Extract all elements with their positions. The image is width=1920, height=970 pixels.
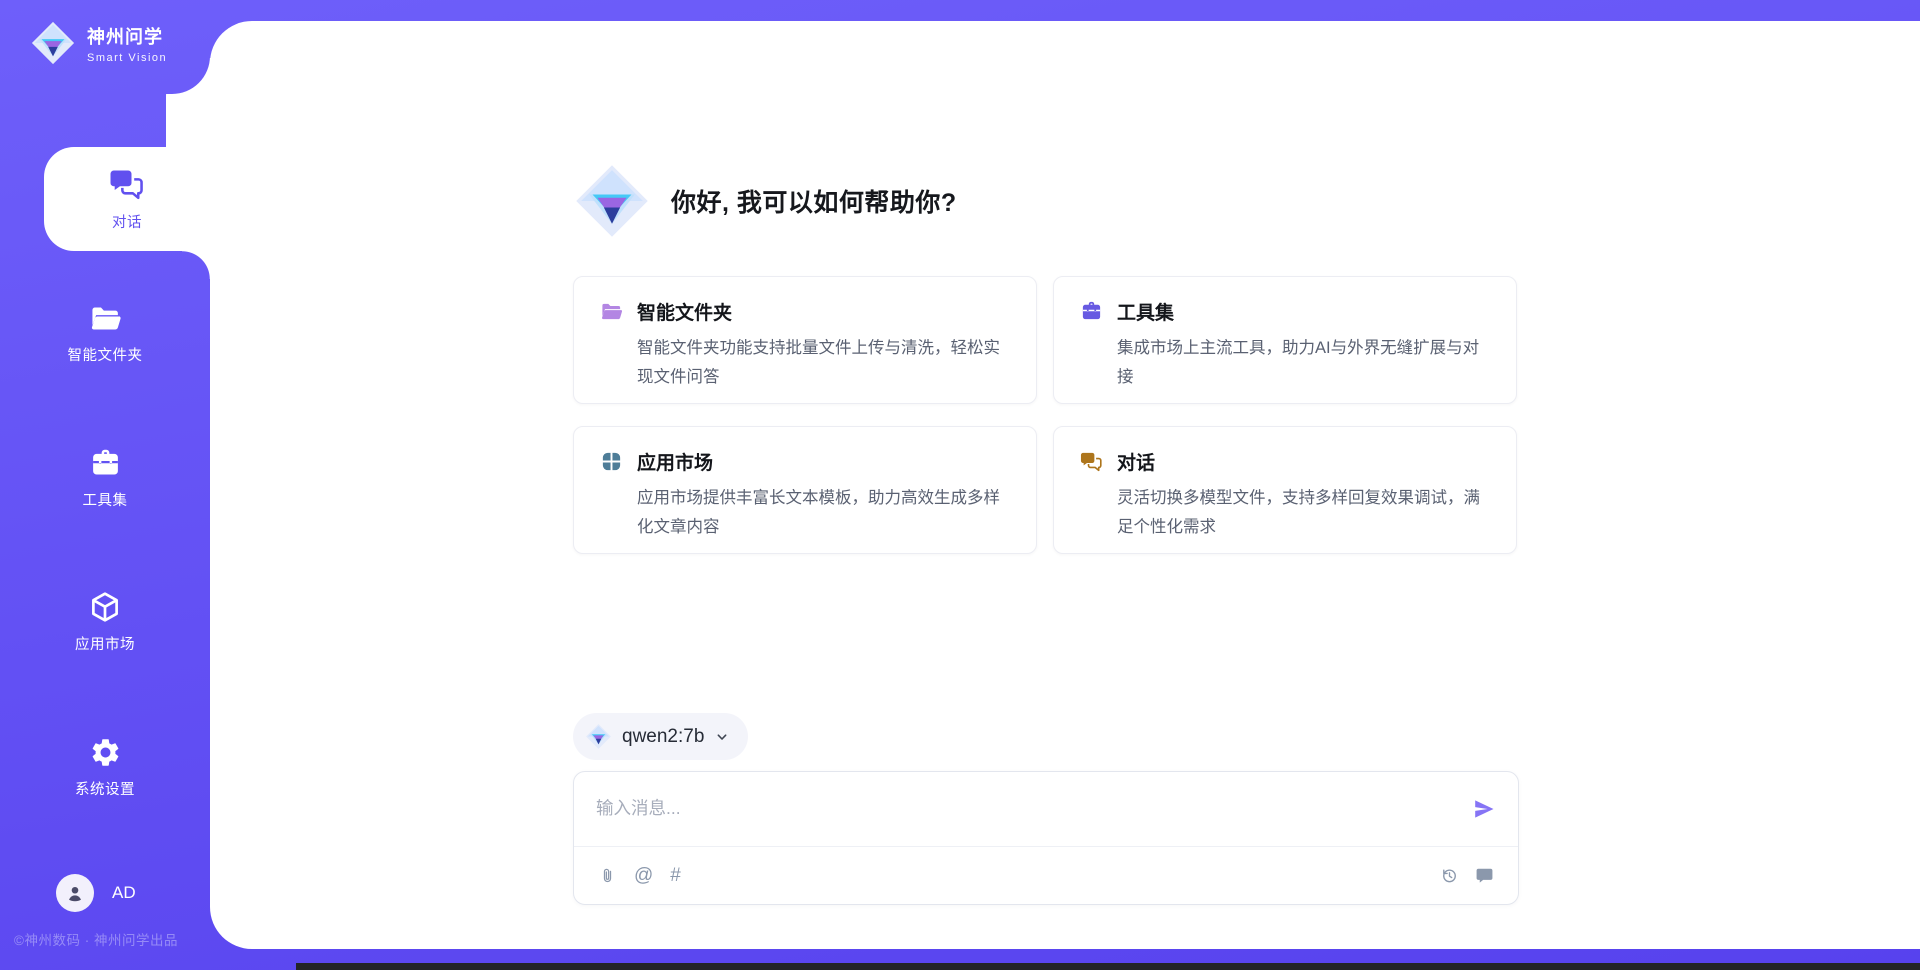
send-button[interactable] — [1472, 797, 1496, 821]
message-input[interactable] — [596, 798, 1460, 819]
sidebar-item-label: 智能文件夹 — [68, 344, 143, 365]
sidebar-item-label: 系统设置 — [75, 778, 135, 799]
chat-icon — [1080, 450, 1103, 473]
greeting: 你好, 我可以如何帮助你? — [573, 162, 957, 240]
hash-icon: # — [670, 866, 681, 885]
chat-icon — [109, 166, 145, 202]
topic-button[interactable]: # — [670, 866, 681, 885]
bottom-edge-bar — [296, 963, 1920, 970]
folder-icon — [89, 302, 122, 335]
sidebar-item-label: 对话 — [112, 211, 142, 232]
sidebar-item-app-market[interactable]: 应用市场 — [0, 590, 210, 654]
greeting-diamond-icon — [573, 162, 651, 240]
card-description: 灵活切换多模型文件，支持多样回复效果调试，满足个性化需求 — [1117, 484, 1490, 542]
sidebar-item-toolset[interactable]: 工具集 — [0, 447, 210, 510]
card-app-market[interactable]: 应用市场 应用市场提供丰富长文本模板，助力高效生成多样化文章内容 — [573, 426, 1037, 554]
user-name: AD — [112, 883, 136, 903]
chat-bubble-icon — [1475, 866, 1494, 885]
sidebar-footer: ©神州数码 · 神州问学出品 — [14, 929, 178, 949]
brand-name: 神州问学 — [87, 23, 167, 49]
card-title: 智能文件夹 — [637, 298, 732, 325]
brand-diamond-icon — [30, 20, 76, 66]
card-smart-folder[interactable]: 智能文件夹 智能文件夹功能支持批量文件上传与清洗，轻松实现文件问答 — [573, 276, 1037, 404]
sidebar-item-settings[interactable]: 系统设置 — [0, 736, 210, 799]
toolbox-icon — [1080, 300, 1103, 323]
at-icon: @ — [634, 866, 653, 885]
cube-icon — [88, 590, 122, 624]
card-description: 应用市场提供丰富长文本模板，助力高效生成多样化文章内容 — [637, 484, 1010, 542]
app-window: 神州问学 Smart Vision 对话 智能文件夹 — [0, 0, 1920, 970]
brand-logo-block: 神州问学 Smart Vision — [0, 0, 210, 94]
card-description: 集成市场上主流工具，助力AI与外界无缝扩展与对接 — [1117, 334, 1490, 392]
chevron-down-icon — [714, 729, 730, 745]
sidebar-item-chat[interactable]: 对话 — [44, 147, 210, 251]
card-description: 智能文件夹功能支持批量文件上传与清洗，轻松实现文件问答 — [637, 334, 1010, 392]
mention-button[interactable]: @ — [634, 866, 653, 885]
brand-subtitle: Smart Vision — [87, 52, 167, 64]
send-icon — [1472, 797, 1496, 821]
card-title: 工具集 — [1117, 298, 1174, 325]
sidebar-item-smart-folder[interactable]: 智能文件夹 — [0, 302, 210, 365]
model-diamond-icon — [585, 723, 612, 750]
sidebar-tab-curve-bottom — [182, 251, 210, 279]
attach-file-button[interactable] — [598, 866, 617, 885]
conversation-button[interactable] — [1475, 866, 1494, 885]
model-selector[interactable]: qwen2:7b — [573, 713, 748, 760]
greeting-text: 你好, 我可以如何帮助你? — [671, 183, 957, 219]
sidebar-item-label: 应用市场 — [75, 633, 135, 654]
card-chat[interactable]: 对话 灵活切换多模型文件，支持多样回复效果调试，满足个性化需求 — [1053, 426, 1517, 554]
grid-icon — [600, 450, 623, 473]
toolbox-icon — [89, 447, 122, 480]
history-icon — [1440, 866, 1459, 885]
user-profile[interactable]: AD — [56, 874, 136, 912]
folder-icon — [600, 300, 623, 323]
history-button[interactable] — [1440, 866, 1459, 885]
model-name: qwen2:7b — [622, 726, 704, 748]
sidebar-item-label: 工具集 — [83, 489, 128, 510]
paperclip-icon — [598, 866, 617, 885]
card-toolset[interactable]: 工具集 集成市场上主流工具，助力AI与外界无缝扩展与对接 — [1053, 276, 1517, 404]
avatar — [56, 874, 94, 912]
card-title: 应用市场 — [637, 448, 713, 475]
card-title: 对话 — [1117, 448, 1155, 475]
gear-icon — [89, 736, 122, 769]
message-composer: @ # — [573, 771, 1519, 905]
feature-cards: 智能文件夹 智能文件夹功能支持批量文件上传与清洗，轻松实现文件问答 工具集 集成… — [573, 276, 1519, 554]
